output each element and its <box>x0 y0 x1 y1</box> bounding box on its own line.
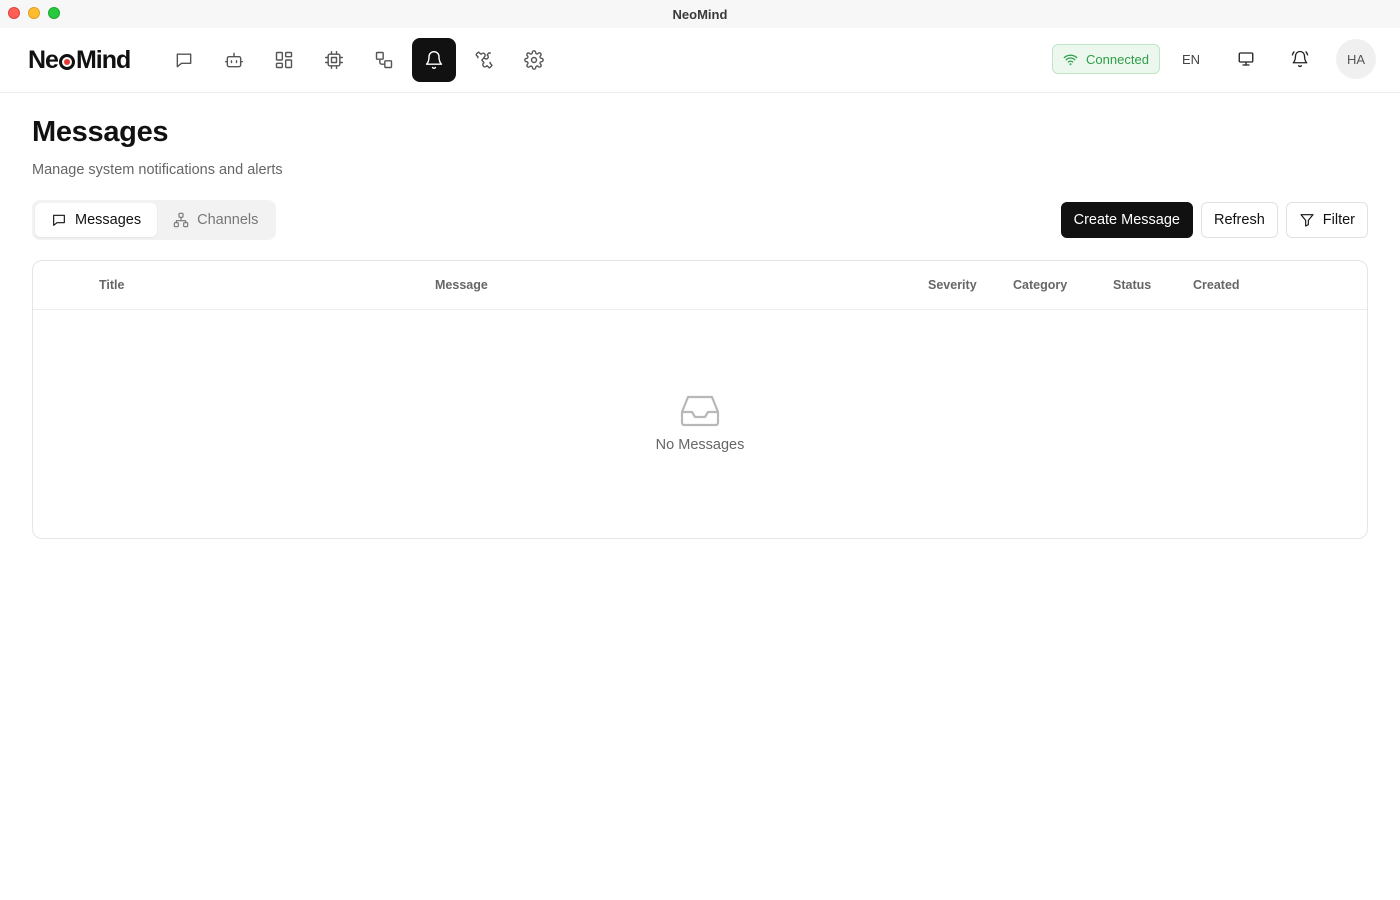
display-button[interactable] <box>1228 41 1264 77</box>
column-header-created[interactable]: Created <box>1193 278 1240 292</box>
tab-channels-label: Channels <box>197 212 259 228</box>
page-title: Messages <box>32 116 169 148</box>
filter-button[interactable]: Filter <box>1285 202 1368 238</box>
language-switcher[interactable]: EN <box>1182 52 1200 67</box>
app-header: Ne Mind Connected EN HA <box>0 28 1400 93</box>
logo-text-start: Ne <box>28 45 59 74</box>
nav-extensions[interactable] <box>462 38 506 82</box>
window-controls <box>8 7 60 19</box>
logo-mark <box>58 53 75 70</box>
column-header-message[interactable]: Message <box>435 278 488 292</box>
app-logo[interactable]: Ne Mind <box>28 44 131 76</box>
avatar[interactable]: HA <box>1336 39 1376 79</box>
nav-chat[interactable] <box>162 38 206 82</box>
refresh-button[interactable]: Refresh <box>1200 202 1278 238</box>
empty-state-text: No Messages <box>655 437 745 453</box>
create-message-button[interactable]: Create Message <box>1060 202 1193 238</box>
message-square-icon <box>53 214 65 226</box>
tab-messages[interactable]: Messages <box>35 203 158 237</box>
table-header: Title Message Severity Category Status C… <box>33 261 1367 310</box>
filter-icon <box>1300 214 1314 227</box>
notifications-button[interactable] <box>1282 41 1318 77</box>
bell-ring-icon <box>1291 50 1309 68</box>
nav-dashboard[interactable] <box>262 38 306 82</box>
window-title: NeoMind <box>672 6 728 22</box>
page-subtitle: Manage system notifications and alerts <box>32 162 283 178</box>
wifi-icon <box>1063 54 1078 65</box>
device-icon <box>324 50 344 70</box>
connection-status-badge: Connected <box>1052 44 1160 74</box>
main-nav <box>162 38 556 82</box>
close-window-button[interactable] <box>8 7 20 19</box>
network-icon <box>173 212 189 228</box>
nav-messages[interactable] <box>412 38 456 82</box>
gear-icon <box>524 50 544 70</box>
column-header-category[interactable]: Category <box>1013 278 1067 292</box>
tab-list: Messages Channels <box>32 200 276 240</box>
chat-icon <box>176 53 192 68</box>
logo-text-end: Mind <box>75 45 131 74</box>
column-header-severity[interactable]: Severity <box>928 278 977 292</box>
column-header-title[interactable]: Title <box>99 278 124 292</box>
filter-button-label: Filter <box>1322 212 1355 228</box>
messages-table: Title Message Severity Category Status C… <box>32 260 1368 539</box>
inbox-icon <box>680 395 720 427</box>
dashboard-icon <box>275 51 293 69</box>
agent-icon <box>224 52 244 68</box>
column-header-status[interactable]: Status <box>1113 278 1151 292</box>
empty-state: No Messages <box>33 393 1367 453</box>
nav-devices[interactable] <box>312 38 356 82</box>
connection-status-text: Connected <box>1086 51 1149 67</box>
nav-automation[interactable] <box>362 38 406 82</box>
tab-messages-label: Messages <box>75 212 142 228</box>
minimize-window-button[interactable] <box>28 7 40 19</box>
monitor-icon <box>1238 52 1254 66</box>
toolbar-actions: Create Message Refresh Filter <box>1060 202 1368 238</box>
title-bar: NeoMind <box>0 0 1400 28</box>
puzzle-icon <box>475 51 493 69</box>
maximize-window-button[interactable] <box>48 7 60 19</box>
header-tools: Connected EN HA <box>1052 39 1376 79</box>
nav-agents[interactable] <box>212 38 256 82</box>
automation-icon <box>375 51 393 69</box>
bell-icon <box>425 51 443 70</box>
nav-settings[interactable] <box>512 38 556 82</box>
tab-channels[interactable]: Channels <box>157 203 274 237</box>
